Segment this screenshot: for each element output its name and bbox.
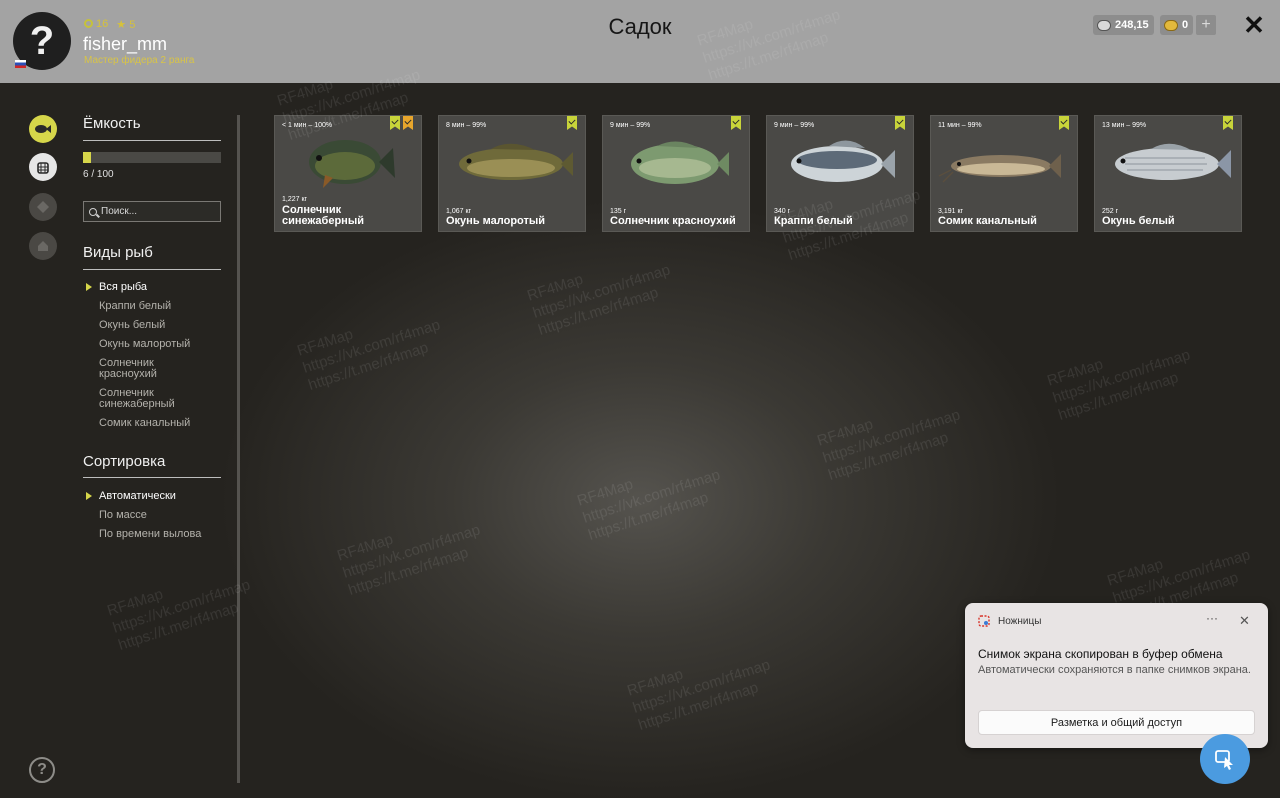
species-filter-item[interactable]: Окунь малоротый: [99, 339, 209, 350]
close-button[interactable]: ✕: [1242, 12, 1266, 38]
fish-weight: 1,227 кг: [282, 196, 308, 203]
fish-card[interactable]: < 1 мин – 100% 1,227 кг Солнечник синежа…: [274, 115, 422, 232]
species-title: Виды рыб: [83, 244, 153, 261]
notification-body: Автоматически сохраняются в папке снимко…: [978, 664, 1251, 676]
net-bag-icon[interactable]: [29, 153, 57, 181]
check-badge-icon: [390, 116, 400, 130]
fish-card[interactable]: 9 мин – 99% 340 г Краппи белый: [766, 115, 914, 232]
search-icon: [89, 207, 97, 216]
fish-name: Окунь малоротый: [446, 215, 546, 227]
help-icon[interactable]: ?: [29, 757, 55, 783]
bluegill-fish-icon: [309, 140, 395, 188]
check-badge-icon: [1059, 116, 1069, 130]
screenshot-notification: Ножницы ··· ✕ Снимок экрана скопирован в…: [965, 603, 1268, 748]
species-filter-item[interactable]: Окунь белый: [99, 320, 209, 331]
species-filter-item[interactable]: Вся рыба: [99, 282, 209, 293]
species-filter-list: Вся рыба Краппи белый Окунь белый Окунь …: [99, 282, 209, 437]
sort-option[interactable]: Автоматически: [99, 491, 209, 502]
divider: [83, 477, 221, 478]
catch-time: 9 мин – 99%: [774, 122, 815, 129]
catch-time: 13 мин – 99%: [1102, 122, 1147, 129]
new-record-badge-icon: [403, 116, 413, 130]
fish-weight: 252 г: [1102, 208, 1119, 215]
notification-close-button[interactable]: ✕: [1239, 613, 1250, 629]
check-badge-icon: [1223, 116, 1233, 130]
catch-time: < 1 мин – 100%: [282, 122, 333, 129]
watermark: RF4Maphttps://vk.com/rf4maphttps://t.me/…: [575, 466, 723, 544]
smallmouth-bass-icon: [459, 143, 573, 180]
player-rank: Мастер фидера 2 ранга: [84, 55, 195, 66]
sort-title: Сортировка: [83, 453, 166, 470]
fish-name: Солнечник синежаберный: [282, 204, 364, 227]
silver-coin-icon: [1097, 19, 1111, 31]
more-options-button[interactable]: ···: [1206, 611, 1218, 625]
sort-option[interactable]: По времени вылова: [99, 529, 209, 540]
species-filter-item[interactable]: Солнечник синежаберный: [99, 388, 209, 410]
channel-catfish-icon: [938, 154, 1061, 183]
check-badge-icon: [731, 116, 741, 130]
top-bar: ? 16 ★ 5 fisher_mm Мастер фидера 2 ранга…: [0, 0, 1280, 83]
fish-name: Краппи белый: [774, 215, 853, 227]
silver-balance: 248,15: [1093, 15, 1154, 35]
watermark: RF4Maphttps://vk.com/rf4maphttps://t.me/…: [525, 261, 673, 339]
watermark: RF4Maphttps://vk.com/rf4maphttps://t.me/…: [335, 521, 483, 599]
selected-arrow-icon: [86, 283, 92, 291]
fish-weight: 3,191 кг: [938, 208, 964, 215]
gold-coin-icon: [1164, 19, 1178, 31]
fish-name: Сомик канальный: [938, 215, 1037, 227]
fish-card[interactable]: 13 мин – 99% 252 г Окунь белый: [1094, 115, 1242, 232]
check-badge-icon: [567, 116, 577, 130]
search-placeholder: Поиск...: [101, 206, 138, 217]
watermark: RF4Maphttps://vk.com/rf4maphttps://t.me/…: [295, 316, 443, 394]
add-gold-button[interactable]: +: [1196, 15, 1216, 35]
catch-time: 8 мин – 99%: [446, 122, 487, 129]
species-filter-item[interactable]: Сомик канальный: [99, 418, 209, 429]
russia-flag-icon: [15, 60, 26, 68]
fish-card[interactable]: 8 мин – 99% 1,067 кг Окунь малоротый: [438, 115, 586, 232]
fish-card[interactable]: 9 мин – 99% 135 г Солнечник красноухий: [602, 115, 750, 232]
watermark: RF4Maphttps://vk.com/rf4maphttps://t.me/…: [625, 656, 773, 734]
catch-time: 11 мин – 99%: [938, 122, 982, 129]
notification-title: Снимок экрана скопирован в буфер обмена: [978, 647, 1223, 661]
catch-time: 9 мин – 99%: [610, 122, 651, 129]
sort-option-list: Автоматически По массе По времени вылова: [99, 491, 209, 548]
keepnet-fish-icon[interactable]: [29, 115, 57, 143]
page-title: Садок: [608, 14, 672, 39]
search-input[interactable]: Поиск...: [83, 201, 221, 222]
capacity-count: 6 / 100: [83, 169, 114, 180]
species-filter-item[interactable]: Солнечник красноухий: [99, 358, 209, 380]
fish-weight: 135 г: [610, 208, 627, 215]
divider: [83, 269, 221, 270]
notification-app-name: Ножницы: [998, 616, 1042, 627]
divider: [83, 140, 221, 141]
fish-card-grid: < 1 мин – 100% 1,227 кг Солнечник синежа…: [274, 115, 1242, 232]
fish-trophy-icon: [29, 193, 57, 221]
markup-share-button[interactable]: Разметка и общий доступ: [978, 710, 1255, 735]
check-badge-icon: [895, 116, 905, 130]
snipping-tool-icon: [978, 615, 990, 627]
pumpkinseed-fish-icon: [631, 141, 729, 184]
capacity-fill: [83, 152, 92, 163]
sort-option[interactable]: По массе: [99, 510, 209, 521]
species-filter-item[interactable]: Краппи белый: [99, 301, 209, 312]
watermark: RF4Maphttps://vk.com/rf4maphttps://t.me/…: [815, 406, 963, 484]
white-bass-icon: [1115, 143, 1231, 180]
fish-name: Солнечник красноухий: [610, 215, 736, 227]
fish-weight: 1,067 кг: [446, 208, 472, 215]
fish-name: Окунь белый: [1102, 215, 1175, 227]
watermark: RF4Maphttps://vk.com/rf4maphttps://t.me/…: [105, 576, 253, 654]
capacity-title: Ёмкость: [83, 115, 141, 132]
snip-action-button[interactable]: [1200, 734, 1250, 784]
fish-weight: 340 г: [774, 208, 791, 215]
white-crappie-icon: [791, 140, 895, 182]
selected-arrow-icon: [86, 492, 92, 500]
watermark: RF4Maphttps://vk.com/rf4maphttps://t.me/…: [1045, 346, 1193, 424]
panel-divider: [237, 115, 240, 783]
gold-balance: 0: [1160, 15, 1194, 35]
home-icon: [29, 232, 57, 260]
cursor-select-icon: [1215, 750, 1233, 770]
fish-card[interactable]: 11 мин – 99% 3,191 кг Сомик канальный: [930, 115, 1078, 232]
capacity-bar: [83, 152, 221, 163]
